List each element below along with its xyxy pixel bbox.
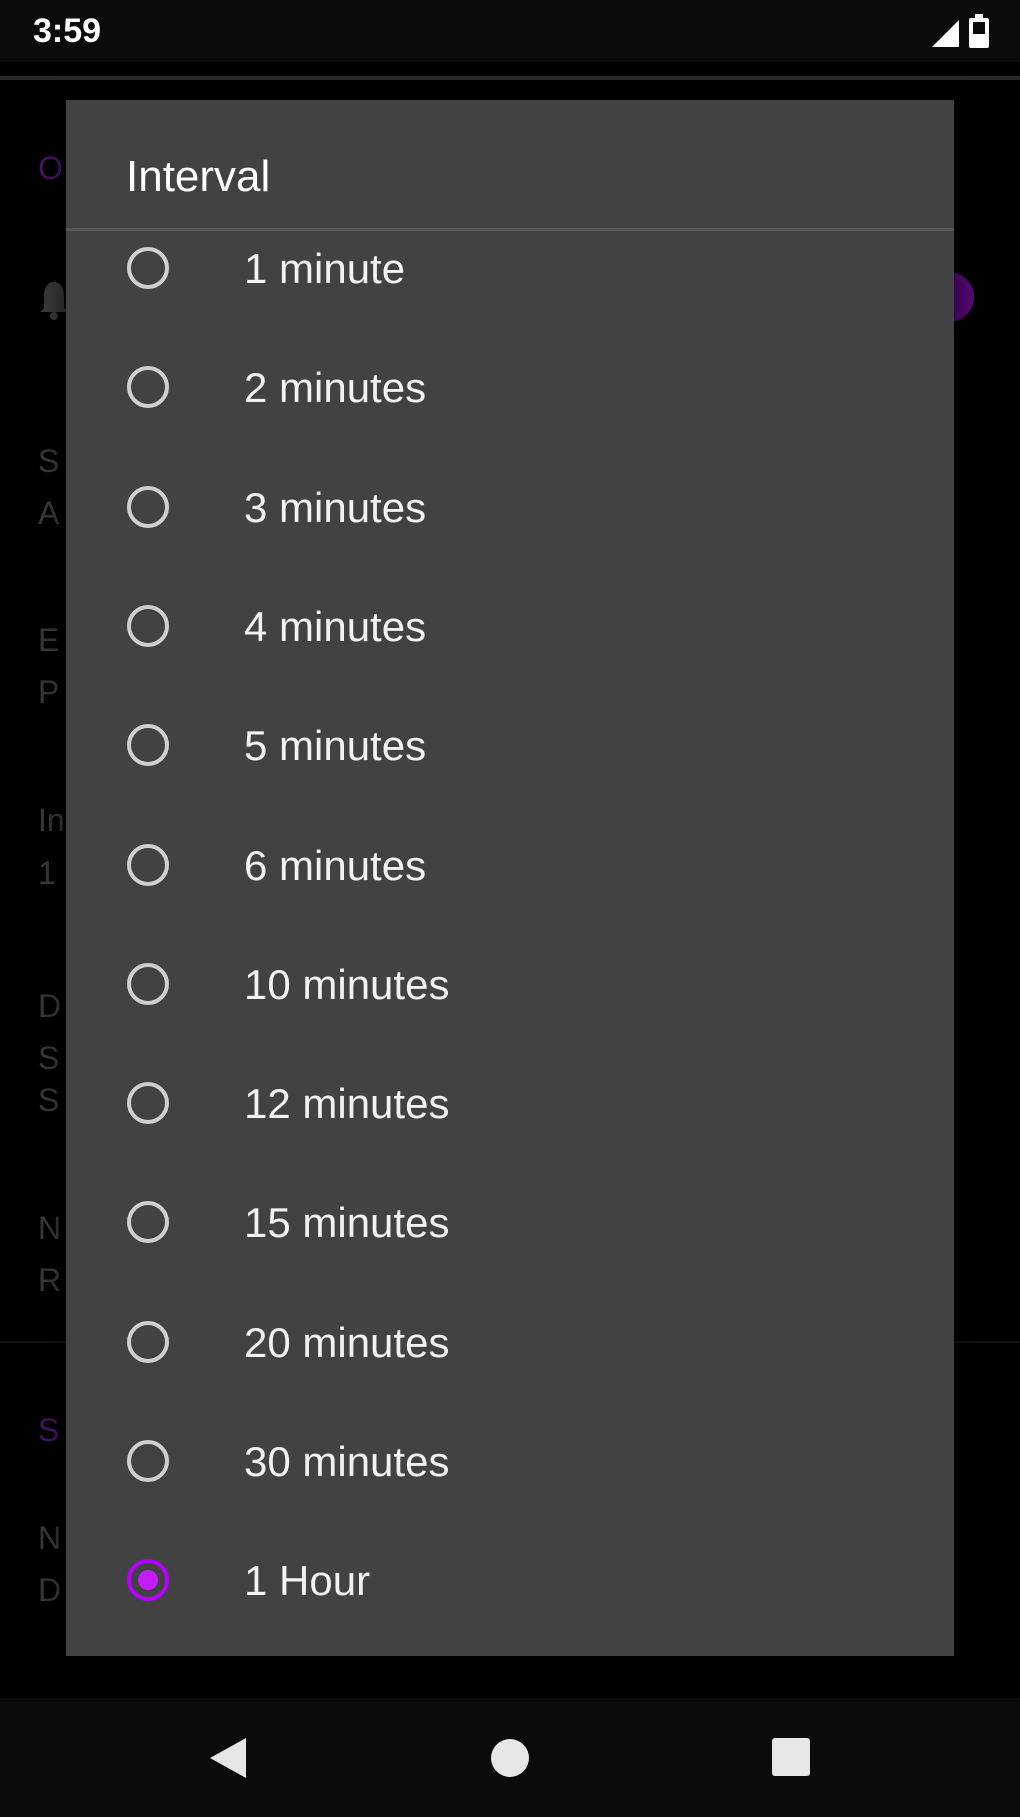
interval-option[interactable]: 30 minutes (66, 1408, 954, 1527)
interval-option[interactable]: 4 minutes (66, 573, 954, 692)
interval-option[interactable]: 2 minutes (66, 334, 954, 453)
interval-dialog: Interval 1 minute 2 minutes 3 minutes 4 min… (66, 100, 954, 1656)
radio-unchecked-icon[interactable] (127, 366, 169, 408)
home-icon (491, 1739, 529, 1777)
radio-unchecked-icon[interactable] (127, 1201, 169, 1243)
interval-option-list[interactable]: 1 minute 2 minutes 3 minutes 4 minutes 5 min… (66, 231, 954, 1656)
interval-option[interactable]: 12 minutes (66, 1050, 954, 1169)
interval-option-label: 12 minutes (244, 1080, 450, 1127)
app-screen: 3:59 O S A E P In 1 D S S N R S N D Inte… (0, 0, 1020, 1817)
recents-icon (772, 1738, 810, 1776)
interval-option-label: 4 minutes (244, 603, 427, 650)
interval-option-label: 1 minute (244, 245, 406, 292)
interval-option[interactable]: 1 minute (66, 231, 954, 334)
radio-unchecked-icon[interactable] (127, 844, 169, 886)
interval-option[interactable]: 10 minutes (66, 931, 954, 1050)
interval-option-label: 6 minutes (244, 842, 427, 889)
interval-option-label: 15 minutes (244, 1199, 450, 1246)
bell-icon (40, 282, 68, 320)
signal-icon (932, 20, 959, 47)
status-time: 3:59 (33, 12, 102, 50)
interval-option-label: 5 minutes (244, 722, 427, 769)
interval-option-label: 10 minutes (244, 961, 450, 1008)
interval-option[interactable]: 6 minutes (66, 812, 954, 931)
interval-option[interactable]: 20 minutes (66, 1289, 954, 1408)
radio-unchecked-icon[interactable] (127, 486, 169, 528)
interval-option-label: 1 Hour (244, 1557, 371, 1604)
interval-option-label: 3 minutes (244, 484, 427, 531)
radio-checked-icon[interactable] (127, 1559, 169, 1601)
interval-option[interactable]: 5 minutes (66, 692, 954, 811)
radio-unchecked-icon[interactable] (127, 724, 169, 766)
battery-icon (969, 14, 989, 48)
radio-unchecked-icon[interactable] (127, 1321, 169, 1363)
dialog-title: Interval (126, 152, 271, 201)
recents-button[interactable] (722, 1698, 862, 1817)
interval-option-label: 30 minutes (244, 1438, 450, 1485)
radio-unchecked-icon[interactable] (127, 605, 169, 647)
back-button[interactable] (158, 1698, 298, 1817)
home-button[interactable] (440, 1698, 580, 1817)
status-icons (930, 14, 990, 48)
radio-unchecked-icon[interactable] (127, 963, 169, 1005)
status-bar: 3:59 (0, 0, 1020, 62)
back-icon (210, 1738, 246, 1778)
navigation-bar (0, 1698, 1020, 1817)
radio-unchecked-icon[interactable] (127, 247, 169, 289)
status-divider (0, 76, 1020, 80)
radio-unchecked-icon[interactable] (127, 1082, 169, 1124)
interval-option[interactable]: 3 minutes (66, 454, 954, 573)
radio-unchecked-icon[interactable] (127, 1440, 169, 1482)
interval-option-label: 2 minutes (244, 364, 427, 411)
interval-option-label: 20 minutes (244, 1319, 450, 1366)
interval-option[interactable]: 15 minutes (66, 1169, 954, 1288)
interval-option[interactable]: 1 Hour (66, 1527, 954, 1646)
